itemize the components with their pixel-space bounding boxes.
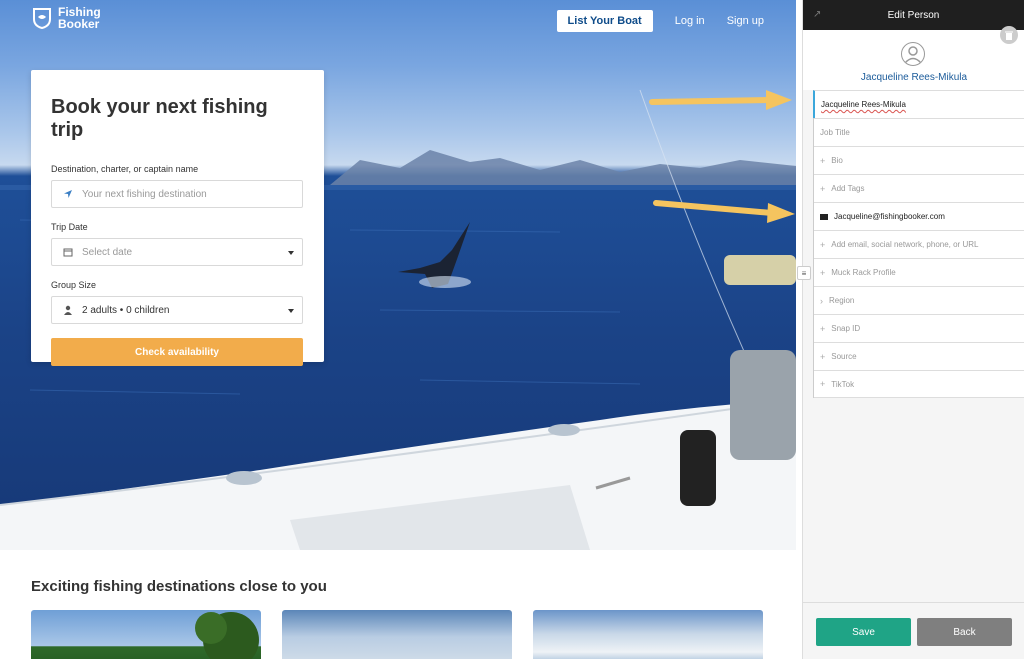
region-label: Region (829, 296, 855, 305)
chevron-down-icon (288, 309, 294, 313)
trip-date-placeholder: Select date (82, 246, 133, 258)
region-field[interactable]: › Region (814, 286, 1024, 314)
job-title-placeholder: Job Title (820, 128, 850, 137)
signup-link[interactable]: Sign up (727, 15, 764, 27)
panel-header: ↗ Edit Person (803, 0, 1024, 30)
group-size-label: Group Size (51, 280, 97, 290)
booking-card: Book your next fishing trip Destination,… (31, 70, 324, 366)
back-button[interactable]: Back (917, 618, 1012, 646)
name-field[interactable]: Jacqueline Rees-Mikula (813, 90, 1024, 118)
top-nav: List Your Boat Log in Sign up (556, 10, 764, 32)
plus-icon: + (820, 155, 826, 166)
plus-icon: + (820, 379, 826, 389)
profile-section: Jacqueline Rees-Mikula (803, 26, 1024, 90)
panel-footer: Save Back (803, 602, 1024, 659)
trip-date-label: Trip Date (51, 222, 88, 232)
avatar-icon (901, 42, 925, 66)
destination-input[interactable]: Your next fishing destination (51, 180, 303, 208)
chevron-down-icon (288, 251, 294, 255)
person-name-heading: Jacqueline Rees-Mikula (860, 72, 968, 83)
plus-icon: + (820, 267, 826, 278)
fishingbooker-site: Fishing Booker List Your Boat Log in Sig… (0, 0, 796, 659)
source-label: Source (831, 352, 857, 361)
destination-placeholder: Your next fishing destination (82, 188, 207, 200)
email-field[interactable]: Jacqueline@fishingbooker.com (814, 202, 1024, 230)
snap-id-label: Snap ID (831, 324, 861, 333)
group-size-value: 2 adults • 0 children (82, 304, 170, 316)
tiktok-field[interactable]: + TikTok (814, 370, 1024, 398)
panel-title: Edit Person (887, 9, 940, 21)
muck-rack-label: Muck Rack Profile (831, 268, 896, 277)
notes-icon[interactable]: ≡ (797, 266, 811, 280)
fishingbooker-logo[interactable]: Fishing Booker (32, 6, 101, 30)
trash-icon[interactable] (1000, 26, 1018, 44)
name-value: Jacqueline Rees-Mikula (821, 100, 906, 109)
trip-date-select[interactable]: Select date (51, 238, 303, 266)
add-contact-field[interactable]: + Add email, social network, phone, or U… (814, 230, 1024, 258)
group-size-select[interactable]: 2 adults • 0 children (51, 296, 303, 324)
booking-title: Book your next fishing trip (51, 96, 268, 141)
snap-id-field[interactable]: + Snap ID (814, 314, 1024, 342)
location-arrow-icon (62, 189, 74, 199)
tags-field[interactable]: + Add Tags (814, 174, 1024, 202)
destination-card[interactable] (31, 610, 261, 659)
destinations-heading: Exciting fishing destinations close to y… (31, 578, 327, 595)
logo-line2: Booker (58, 17, 100, 31)
plus-icon: + (820, 351, 826, 362)
bio-field[interactable]: + Bio (814, 146, 1024, 174)
chevron-right-icon: › (820, 295, 823, 306)
plus-icon: + (820, 239, 826, 250)
logo-icon (33, 8, 51, 29)
person-icon (62, 305, 74, 315)
list-your-boat-button[interactable]: List Your Boat (556, 10, 653, 32)
plus-icon: + (820, 323, 826, 334)
destination-thumbnails (31, 610, 763, 659)
hero-image: Fishing Booker List Your Boat Log in Sig… (0, 0, 796, 550)
person-fields: Jacqueline Rees-Mikula Job Title + Bio +… (813, 90, 1024, 398)
tags-label: Add Tags (831, 184, 865, 193)
envelope-icon (820, 213, 828, 220)
bio-label: Bio (831, 156, 843, 165)
email-value: Jacqueline@fishingbooker.com (834, 212, 945, 221)
destinations-section: Exciting fishing destinations close to y… (31, 578, 327, 595)
save-button[interactable]: Save (816, 618, 911, 646)
check-availability-button[interactable]: Check availability (51, 338, 303, 366)
calendar-icon (62, 247, 74, 257)
plus-icon: + (820, 183, 826, 194)
tiktok-label: TikTok (831, 379, 855, 389)
job-title-field[interactable]: Job Title (814, 118, 1024, 146)
pin-icon[interactable]: ↗ (813, 9, 821, 20)
destination-card[interactable] (282, 610, 512, 659)
add-contact-label: Add email, social network, phone, or URL (831, 240, 979, 249)
login-link[interactable]: Log in (675, 15, 705, 27)
destination-label: Destination, charter, or captain name (51, 164, 199, 174)
tree-image (195, 612, 259, 659)
edit-person-panel: ↗ Edit Person Jacqueline Rees-Mikula Jac… (797, 0, 1024, 659)
muck-rack-field[interactable]: + Muck Rack Profile (814, 258, 1024, 286)
source-field[interactable]: + Source (814, 342, 1024, 370)
destination-card[interactable] (533, 610, 763, 659)
